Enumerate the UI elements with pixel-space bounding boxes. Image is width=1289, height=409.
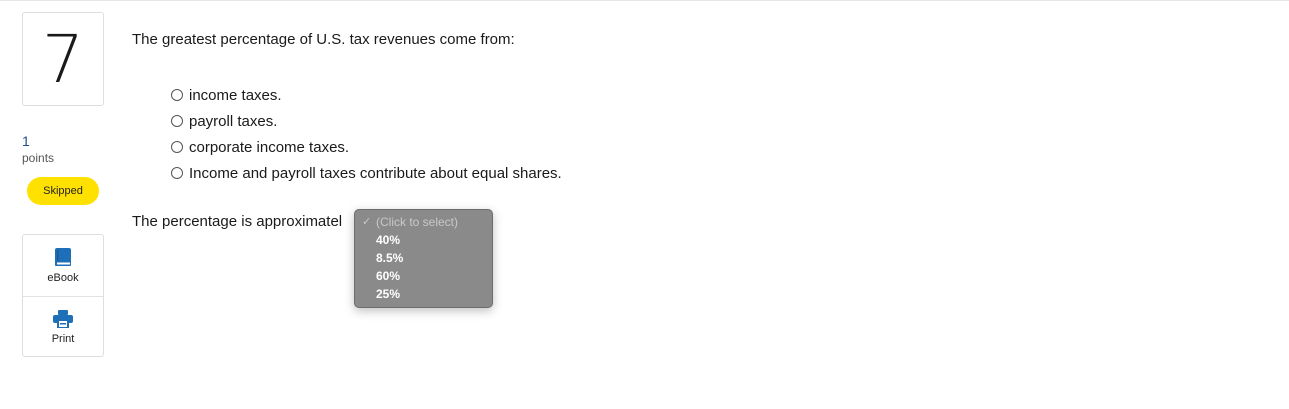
radio-button[interactable] xyxy=(171,89,183,101)
dropdown-option-placeholder[interactable]: ✓ (Click to select) xyxy=(355,213,492,231)
radio-button[interactable] xyxy=(171,115,183,127)
checkmark-icon: ✓ xyxy=(362,216,372,228)
dropdown-option-label: (Click to select) xyxy=(376,215,459,229)
question-prompt: The greatest percentage of U.S. tax reve… xyxy=(132,31,515,48)
dropdown-option-60[interactable]: 60% xyxy=(355,267,492,285)
top-divider xyxy=(0,0,1289,1)
dropdown-option-25[interactable]: 25% xyxy=(355,285,492,303)
dropdown-option-label: 8.5% xyxy=(376,251,404,265)
option-label: corporate income taxes. xyxy=(189,138,350,156)
radio-button[interactable] xyxy=(171,167,183,179)
option-label: income taxes. xyxy=(189,86,282,104)
points-value: 1 xyxy=(22,133,30,149)
dropdown-option-label: 40% xyxy=(376,233,401,247)
dropdown-option-8-5[interactable]: 8.5% xyxy=(355,249,492,267)
dropdown-option-label: 25% xyxy=(376,287,401,301)
print-label: Print xyxy=(51,332,75,345)
ebook-button[interactable]: eBook xyxy=(23,235,103,295)
status-badge: Skipped xyxy=(27,177,99,205)
answer-option-payroll-taxes[interactable]: payroll taxes. xyxy=(171,108,562,134)
radio-button[interactable] xyxy=(171,141,183,153)
answer-option-equal-shares[interactable]: Income and payroll taxes contribute abou… xyxy=(171,160,562,186)
question-number: 7 xyxy=(22,12,104,106)
ebook-label: eBook xyxy=(47,271,79,284)
percentage-dropdown-menu[interactable]: ✓ (Click to select) 40% 8.5% 60% 25% xyxy=(354,209,493,308)
option-label: Income and payroll taxes contribute abou… xyxy=(189,164,562,182)
option-label: payroll taxes. xyxy=(189,112,278,130)
answer-options: income taxes. payroll taxes. corporate i… xyxy=(171,82,562,186)
fill-in-prompt: The percentage is approximatel xyxy=(132,213,343,230)
dropdown-option-40[interactable]: 40% xyxy=(355,231,492,249)
tools-panel: eBook Print xyxy=(22,234,104,357)
book-icon xyxy=(55,247,71,266)
answer-option-corporate-income-taxes[interactable]: corporate income taxes. xyxy=(171,134,562,160)
points-label: points xyxy=(22,151,55,165)
printer-icon xyxy=(53,309,73,328)
answer-option-income-taxes[interactable]: income taxes. xyxy=(171,82,562,108)
dropdown-option-label: 60% xyxy=(376,269,401,283)
print-button[interactable]: Print xyxy=(23,296,103,357)
